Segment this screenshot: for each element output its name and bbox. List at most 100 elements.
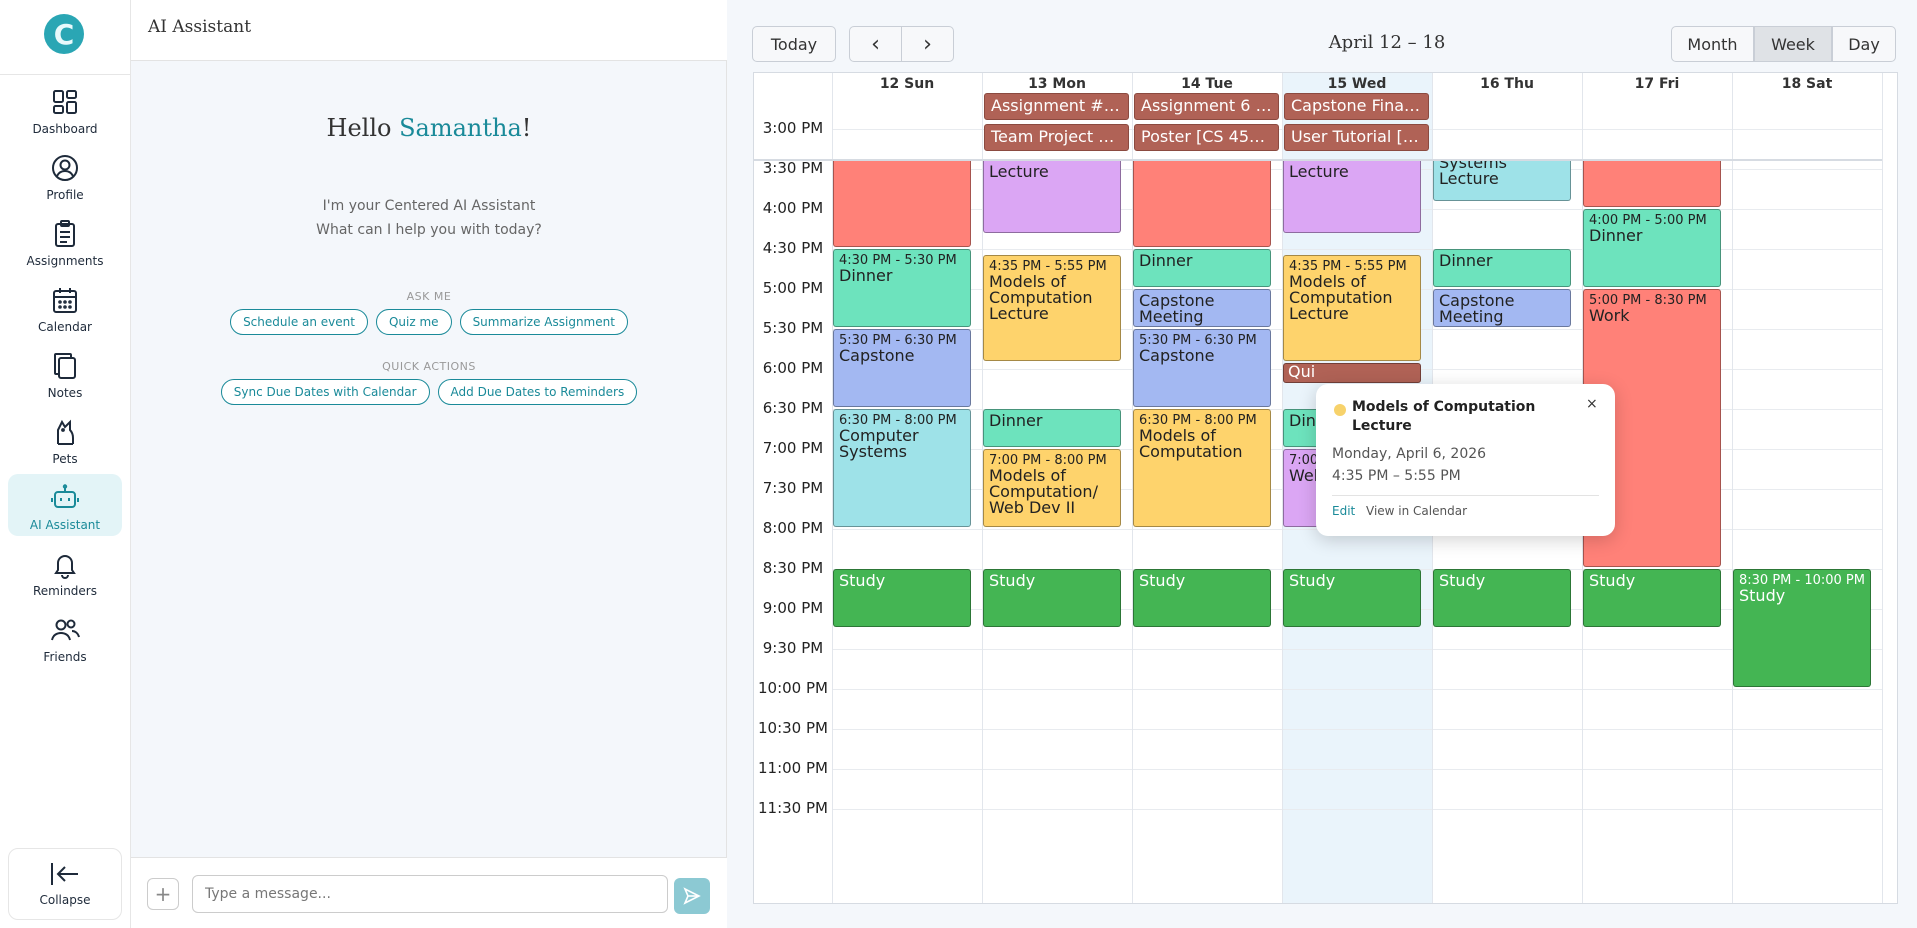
sidebar-item-label: Calendar — [38, 320, 92, 334]
sidebar-item-label: AI Assistant — [29, 518, 101, 532]
calendar-event[interactable]: Dinner — [983, 409, 1121, 447]
view-day-button[interactable]: Day — [1832, 26, 1896, 62]
calendar-event[interactable]: Study — [1583, 569, 1721, 627]
calendar-event[interactable]: 6:30 PM - 8:00 PM Computer Systems — [833, 409, 971, 527]
popover-time: 4:35 PM – 5:55 PM — [1332, 468, 1461, 484]
quick-actions-label: QUICK ACTIONS — [382, 360, 476, 373]
sidebar-item-label: Profile — [46, 188, 84, 202]
popover-date: Monday, April 6, 2026 — [1332, 446, 1487, 462]
greeting-suffix: ! — [521, 114, 532, 142]
calendar-event[interactable]: 5:30 PM - 6:30 PM Capstone — [833, 329, 971, 407]
time-label: 3:00 PM — [762, 119, 824, 137]
day-header[interactable]: 15 Wed — [1282, 73, 1432, 95]
close-icon[interactable]: × — [1586, 396, 1598, 412]
sidebar-item-notes[interactable]: Notes — [8, 342, 122, 404]
next-week-button[interactable]: › — [901, 26, 954, 62]
chip-quiz-me[interactable]: Quiz me — [375, 309, 452, 335]
allday-event[interactable]: User Tutorial [C... — [1284, 124, 1429, 151]
sidebar-item-dashboard[interactable]: Dashboard — [8, 78, 122, 140]
day-header[interactable]: 17 Fri — [1582, 73, 1732, 95]
message-input[interactable] — [192, 875, 668, 913]
event-title: Models of Computation — [1139, 426, 1243, 461]
day-header[interactable]: 14 Tue — [1132, 73, 1282, 95]
message-composer: + — [131, 857, 727, 928]
event-title: Web Dev II Lecture — [1289, 161, 1375, 181]
day-header[interactable]: 12 Sun — [832, 73, 982, 95]
allday-event[interactable]: Team Project W... — [984, 124, 1129, 151]
calendar-event[interactable]: 3:00 PM - 4:20 PMWeb Dev II Lecture — [983, 161, 1121, 234]
sidebar-item-calendar[interactable]: Calendar — [8, 276, 122, 338]
event-title: Dinner — [989, 411, 1043, 430]
event-color-dot — [1334, 404, 1346, 416]
event-title: Models of Computation Lecture — [989, 272, 1093, 324]
notes-icon — [54, 353, 76, 379]
app-logo[interactable]: C — [44, 14, 84, 54]
prev-week-button[interactable]: ‹ — [849, 26, 902, 62]
event-title: Computer Systems — [839, 426, 919, 461]
calendar-event[interactable]: Study — [983, 569, 1121, 627]
allday-event[interactable]: Capstone Final ... — [1284, 93, 1429, 120]
calendar-event[interactable] — [1133, 161, 1271, 247]
calendar-event[interactable]: Capstone Meeting — [1433, 289, 1571, 327]
sidebar-item-profile[interactable]: Profile — [8, 144, 122, 206]
calendar-event[interactable]: Study — [833, 569, 971, 627]
chip-sync-due-dates[interactable]: Sync Due Dates with Calendar — [220, 379, 430, 405]
view-month-button[interactable]: Month — [1671, 26, 1754, 62]
calendar-event[interactable] — [1583, 161, 1721, 207]
calendar-event[interactable]: 5:30 PM - 6:30 PM Capstone — [1133, 329, 1271, 407]
bell-icon — [54, 555, 76, 579]
calendar-event[interactable] — [833, 161, 971, 247]
dashboard-icon — [53, 90, 77, 114]
attach-button[interactable]: + — [147, 878, 179, 910]
chip-schedule-event[interactable]: Schedule an event — [230, 309, 368, 335]
sidebar-item-label: Reminders — [33, 584, 97, 598]
calendar-event[interactable]: 4:35 PM - 5:55 PM Models of Computation L… — [983, 255, 1121, 361]
calendar-icon — [53, 288, 77, 313]
calendar-event[interactable]: 4:30 PM - 5:30 PM Dinner — [833, 249, 971, 327]
sidebar-item-assignments[interactable]: Assignments — [8, 210, 122, 272]
calendar-event[interactable]: 8:30 PM - 10:00 PM Study — [1733, 569, 1871, 687]
profile-icon — [52, 155, 78, 181]
day-header[interactable]: 18 Sat — [1732, 73, 1882, 95]
sidebar-item-friends[interactable]: Friends — [8, 606, 122, 668]
event-title: Capstone — [1139, 346, 1215, 365]
event-title: Study — [1739, 586, 1786, 605]
sidebar-item-ai-assistant[interactable]: AI Assistant — [8, 474, 122, 536]
calendar-event[interactable]: 6:30 PM - 8:00 PM Models of Computation — [1133, 409, 1271, 527]
calendar-event[interactable]: Dinner — [1133, 249, 1271, 287]
allday-event[interactable]: Assignment #7 ... — [984, 93, 1129, 120]
ask-me-chips: Schedule an event Quiz me Summarize Assi… — [131, 309, 727, 335]
calendar-event[interactable]: Study — [1133, 569, 1271, 627]
collapse-button[interactable]: Collapse — [8, 848, 122, 920]
chip-summarize-assignment[interactable]: Summarize Assignment — [459, 309, 628, 335]
intro-line: I'm your Centered AI Assistant — [322, 198, 536, 214]
event-title: Study — [1439, 571, 1486, 590]
popover-edit-link[interactable]: Edit — [1332, 504, 1355, 518]
send-button[interactable] — [674, 878, 710, 914]
calendar-event[interactable]: Computer Systems Lecture — [1433, 161, 1571, 201]
calendar-event[interactable]: 3:00 PM - 4:20 PMWeb Dev II Lecture — [1283, 161, 1421, 234]
allday-event[interactable]: Assignment 6 G... — [1134, 93, 1279, 120]
today-button[interactable]: Today — [752, 26, 836, 62]
collapse-label: Collapse — [39, 893, 91, 907]
event-title: Models of Computation Lecture — [1289, 272, 1393, 324]
day-header[interactable]: 16 Thu — [1432, 73, 1582, 95]
calendar-event[interactable]: Study — [1433, 569, 1571, 627]
calendar-event[interactable]: Capstone Meeting — [1133, 289, 1271, 327]
calendar-event[interactable]: Dinner — [1433, 249, 1571, 287]
calendar-event[interactable]: Qui — [1283, 362, 1421, 383]
assistant-panel: AI Assistant Hello Samantha! I'm your Ce… — [131, 0, 727, 928]
sidebar-item-reminders[interactable]: Reminders — [8, 540, 122, 602]
popover-view-link[interactable]: View in Calendar — [1366, 504, 1467, 518]
sidebar-item-pets[interactable]: Pets — [8, 408, 122, 470]
sidebar-item-label: Dashboard — [32, 122, 98, 136]
calendar-event[interactable]: 4:35 PM - 5:55 PM Models of Computation L… — [1283, 255, 1421, 361]
view-week-button[interactable]: Week — [1754, 26, 1832, 62]
calendar-event[interactable]: Study — [1283, 569, 1421, 627]
calendar-event[interactable]: 4:00 PM - 5:00 PM Dinner — [1583, 209, 1721, 287]
chip-add-due-dates-reminders[interactable]: Add Due Dates to Reminders — [437, 379, 638, 405]
day-header[interactable]: 13 Mon — [982, 73, 1132, 95]
event-title: Capstone Meeting — [1439, 291, 1515, 326]
allday-event[interactable]: Poster [CS 450... — [1134, 124, 1279, 151]
calendar-event[interactable]: 7:00 PM - 8:00 PM Models of Computation/ … — [983, 449, 1121, 527]
